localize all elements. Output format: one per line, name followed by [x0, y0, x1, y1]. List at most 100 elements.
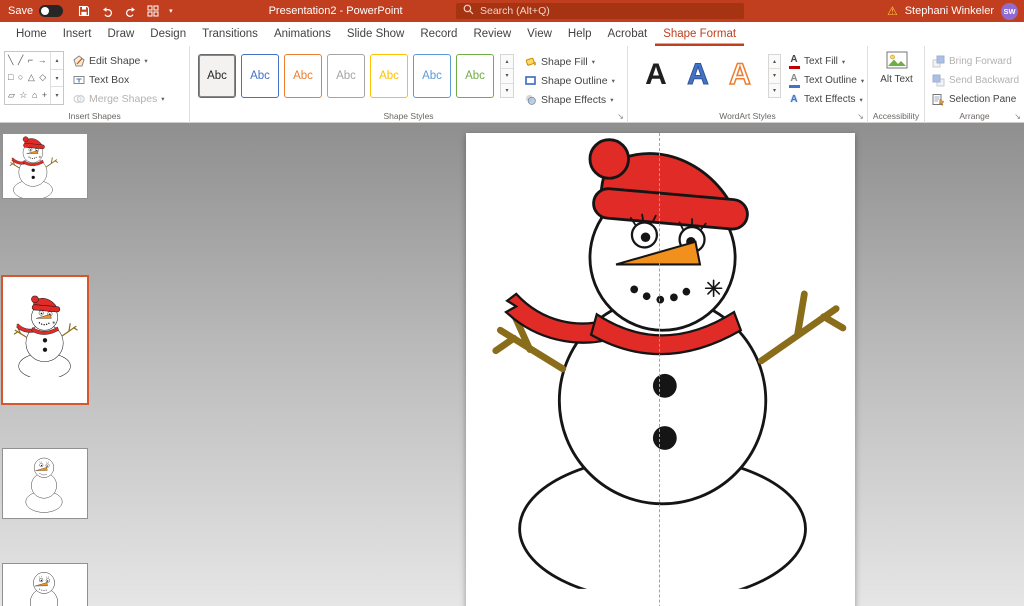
snowman-graphic[interactable]	[489, 135, 852, 589]
group-insert-shapes: ╲ ╱ ⌐ → □ ○ △ ◇ ▱ ☆ ⌂ + ▴ ▾ ▾ Edit Shape…	[0, 46, 190, 123]
text-effects-button[interactable]: A Text Effects ▾	[786, 90, 866, 109]
tab-home[interactable]: Home	[8, 22, 55, 46]
slide-canvas[interactable]	[466, 133, 855, 606]
dialog-launcher-icon[interactable]: ↘	[617, 113, 624, 121]
ribbon-tab-row: Home Insert Draw Design Transitions Anim…	[0, 22, 1024, 46]
slide-thumbnail-1[interactable]	[2, 133, 88, 199]
ribbon: ╲ ╱ ⌐ → □ ○ △ ◇ ▱ ☆ ⌂ + ▴ ▾ ▾ Edit Shape…	[0, 46, 1024, 123]
chevron-down-icon: ▾	[860, 96, 863, 104]
tab-insert[interactable]: Insert	[55, 22, 100, 46]
autosave-toggle[interactable]	[39, 5, 63, 17]
send-backward-icon	[932, 74, 945, 87]
gallery-up-icon[interactable]: ▴	[769, 55, 780, 69]
shape-style-swatch[interactable]: Abc	[198, 54, 236, 98]
text-fill-icon: A	[788, 55, 800, 69]
tab-design[interactable]: Design	[142, 22, 194, 46]
shape-style-swatch[interactable]: Abc	[327, 54, 365, 98]
tab-slide-show[interactable]: Slide Show	[339, 22, 413, 46]
autosave-label: Save	[8, 5, 33, 17]
chevron-down-icon: ▾	[610, 96, 613, 104]
warning-icon[interactable]: ⚠	[887, 5, 898, 17]
center-guide-line	[659, 133, 660, 606]
shape-gallery-rows: ╲ ╱ ⌐ → □ ○ △ ◇ ▱ ☆ ⌂ +	[5, 52, 50, 104]
wordart-style-blue-fill[interactable]: A	[678, 51, 718, 99]
redo-icon[interactable]	[123, 4, 137, 18]
shape-style-swatch[interactable]: Abc	[241, 54, 279, 98]
quick-access-toolbar: ▾	[77, 4, 173, 18]
tab-view[interactable]: View	[519, 22, 560, 46]
save-icon[interactable]	[77, 4, 91, 18]
shape-style-swatch[interactable]: Abc	[284, 54, 322, 98]
powerpoint-window: Save ▾ Presentation2 - PowerPoint	[0, 0, 1024, 606]
shape-gallery-scroll: ▴ ▾ ▾	[50, 52, 63, 104]
tab-acrobat[interactable]: Acrobat	[600, 22, 656, 46]
bring-forward-button[interactable]: Bring Forward	[930, 52, 1021, 71]
dialog-launcher-icon[interactable]: ↘	[857, 113, 864, 121]
tab-transitions[interactable]: Transitions	[194, 22, 266, 46]
search-box[interactable]	[456, 3, 744, 19]
dialog-launcher-icon[interactable]: ↘	[1014, 113, 1021, 121]
gallery-down-icon[interactable]: ▾	[769, 69, 780, 83]
gallery-down-icon[interactable]: ▾	[51, 70, 63, 88]
group-wordart-styles: A A A ▴ ▾ ▾ A Text Fill ▾ A Text Outline…	[628, 46, 868, 123]
shape-style-swatch[interactable]: Abc	[413, 54, 451, 98]
shape-outline-icon	[524, 74, 537, 87]
merge-shapes-button[interactable]: Merge Shapes ▾	[70, 89, 167, 108]
edit-shape-button[interactable]: Edit Shape ▾	[70, 51, 167, 70]
tab-help[interactable]: Help	[560, 22, 600, 46]
undo-icon[interactable]	[100, 4, 114, 18]
gallery-more-icon[interactable]: ▾	[769, 84, 780, 97]
group-arrange: Bring Forward Send Backward Selection Pa…	[925, 46, 1024, 123]
tab-animations[interactable]: Animations	[266, 22, 339, 46]
text-box-button[interactable]: Text Box	[70, 70, 167, 89]
tab-shape-format[interactable]: Shape Format	[655, 22, 744, 46]
bring-forward-icon	[932, 55, 945, 68]
shape-style-swatch[interactable]: Abc	[456, 54, 494, 98]
shape-gallery-row[interactable]: ▱ ☆ ⌂ +	[8, 90, 50, 101]
slide-thumbnail-2-selected[interactable]	[1, 275, 89, 405]
gallery-more-icon[interactable]: ▾	[501, 84, 513, 97]
tab-draw[interactable]: Draw	[99, 22, 142, 46]
tab-record[interactable]: Record	[412, 22, 465, 46]
gallery-up-icon[interactable]: ▴	[501, 55, 513, 69]
shape-style-swatch[interactable]: Abc	[370, 54, 408, 98]
account-name[interactable]: Stephani Winkeler	[905, 5, 994, 17]
chevron-down-icon: ▾	[612, 77, 615, 85]
alt-text-button[interactable]: Alt Text	[874, 51, 919, 109]
snowman-thumbnail-graphic	[13, 295, 79, 377]
shape-outline-button[interactable]: Shape Outline ▾	[522, 71, 617, 90]
shape-style-gallery-scroll: ▴ ▾ ▾	[500, 54, 514, 98]
selection-pane-button[interactable]: Selection Pane	[930, 90, 1021, 109]
gallery-up-icon[interactable]: ▴	[51, 52, 63, 70]
shape-gallery[interactable]: ╲ ╱ ⌐ → □ ○ △ ◇ ▱ ☆ ⌂ + ▴ ▾ ▾	[4, 51, 64, 105]
title-bar: Save ▾ Presentation2 - PowerPoint	[0, 0, 1024, 22]
text-box-icon	[72, 73, 85, 86]
text-fill-button[interactable]: A Text Fill ▾	[786, 52, 866, 71]
group-label-insert-shapes: Insert Shapes	[0, 111, 189, 121]
shape-gallery-row[interactable]: ╲ ╱ ⌐ →	[8, 55, 50, 66]
text-outline-button[interactable]: A Text Outline ▾	[786, 71, 866, 90]
chevron-down-icon: ▾	[861, 77, 864, 85]
shape-gallery-row[interactable]: □ ○ △ ◇	[8, 72, 50, 83]
search-input[interactable]	[480, 5, 700, 17]
wordart-style-plain[interactable]: A	[636, 51, 676, 99]
group-accessibility: Alt Text Accessibility	[868, 46, 925, 123]
send-backward-button[interactable]: Send Backward	[930, 71, 1021, 90]
wordart-style-orange-outline[interactable]: A	[720, 51, 760, 99]
shape-fill-button[interactable]: Shape Fill ▾	[522, 52, 617, 71]
tab-review[interactable]: Review	[465, 22, 519, 46]
shape-effects-button[interactable]: Shape Effects ▾	[522, 90, 617, 109]
gallery-more-icon[interactable]: ▾	[51, 87, 63, 104]
customize-qat-chevron-icon[interactable]: ▾	[169, 7, 173, 15]
gallery-down-icon[interactable]: ▾	[501, 69, 513, 83]
touch-mode-icon[interactable]	[146, 4, 160, 18]
window-title: Presentation2 - PowerPoint	[269, 5, 403, 17]
group-label-accessibility: Accessibility	[868, 111, 924, 121]
snowman-plain-thumbnail-graphic	[21, 454, 67, 514]
avatar[interactable]: SW	[1001, 3, 1018, 20]
shape-style-gallery: Abc Abc Abc Abc Abc Abc Abc	[198, 54, 494, 98]
slide-thumbnail-4[interactable]	[2, 563, 88, 606]
shape-fill-icon	[524, 55, 537, 68]
slide-thumbnail-3[interactable]	[2, 448, 88, 519]
group-shape-styles: Abc Abc Abc Abc Abc Abc Abc ▴ ▾ ▾ Shape …	[190, 46, 628, 123]
